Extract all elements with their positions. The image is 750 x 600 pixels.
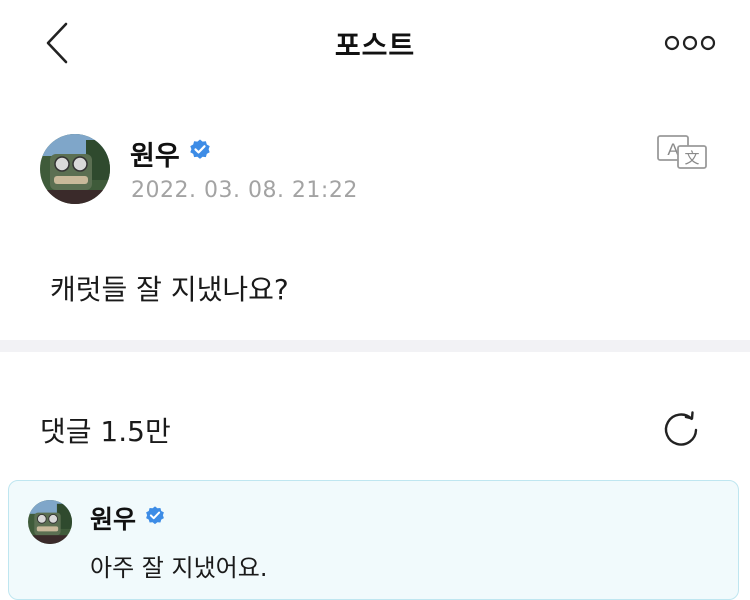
post-timestamp: 2022. 03. 08. 21:22	[131, 178, 358, 203]
author-name[interactable]: 원우	[130, 134, 180, 173]
comments-count-title: 댓글 1.5만	[40, 415, 171, 448]
section-divider	[0, 340, 750, 352]
page-title: 포스트	[334, 29, 416, 62]
reply-author: 원우	[90, 500, 166, 536]
reply-text: 아주 잘 지냈어요.	[90, 554, 268, 582]
more-options-button[interactable]	[662, 30, 718, 56]
translate-icon: A 文	[657, 135, 707, 169]
refresh-icon	[664, 411, 698, 446]
verified-badge-icon	[144, 504, 166, 533]
refresh-comments-button[interactable]	[660, 408, 704, 452]
post-body-text: 캐럿들 잘 지냈나요?	[50, 273, 289, 306]
reply-author-name[interactable]: 원우	[90, 500, 136, 536]
svg-text:文: 文	[684, 149, 699, 167]
more-horizontal-icon	[664, 35, 716, 51]
translate-button[interactable]: A 文	[656, 134, 710, 172]
post-author: 원우	[130, 134, 212, 173]
avatar[interactable]	[40, 134, 110, 204]
verified-badge-icon	[188, 138, 212, 169]
reply-avatar[interactable]	[28, 500, 72, 544]
